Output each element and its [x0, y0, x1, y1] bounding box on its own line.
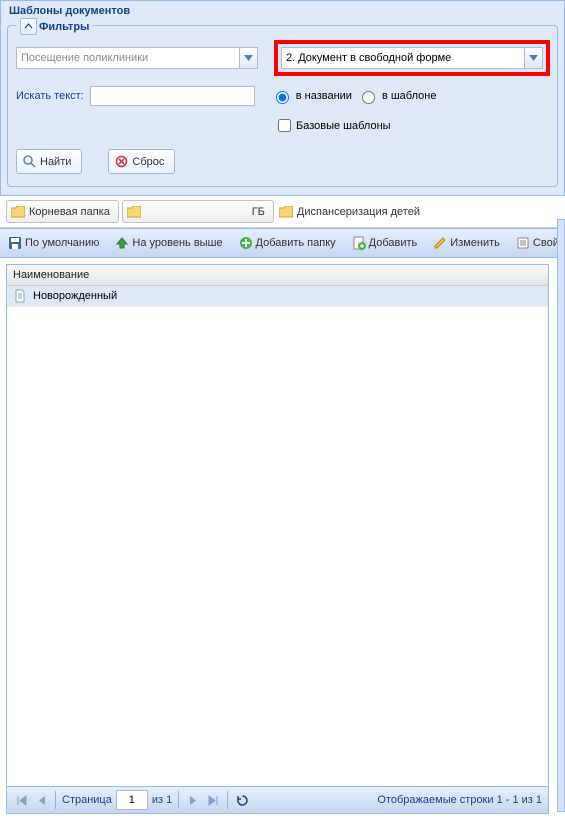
side-panel-collapsed[interactable]	[557, 219, 565, 812]
find-button-label: Найти	[40, 156, 71, 168]
folder-icon	[127, 206, 141, 218]
collapse-button[interactable]	[20, 18, 37, 35]
visit-combo-input[interactable]	[17, 49, 239, 67]
doc-combo-trigger[interactable]	[524, 48, 542, 68]
up-icon	[115, 236, 129, 250]
grid-cell-name: Новорожденный	[33, 290, 117, 302]
grid-body: Новорожденный	[7, 286, 548, 786]
add-label: Добавить	[369, 237, 418, 249]
search-icon	[23, 155, 36, 168]
next-page-button[interactable]	[185, 792, 201, 808]
doc-combo-input[interactable]	[282, 49, 524, 67]
radio-in-name-label: в названии	[296, 90, 352, 102]
highlight-box	[274, 40, 550, 76]
up-button[interactable]: На уровень выше	[111, 233, 226, 253]
radio-in-name[interactable]	[276, 91, 289, 104]
paging-toolbar: Страница из 1 Отображаемые строки 1 - 1 …	[7, 786, 548, 813]
crumb-gb[interactable]: ГБ	[122, 200, 274, 223]
folder-icon	[279, 206, 293, 218]
base-templates-label: Базовые шаблоны	[296, 120, 391, 132]
default-label: По умолчанию	[25, 237, 99, 249]
search-input[interactable]	[90, 86, 255, 106]
first-page-button[interactable]	[13, 792, 29, 808]
crumb-root[interactable]: Корневая папка	[6, 200, 119, 223]
radio-in-template-label: в шаблоне	[382, 90, 437, 102]
pencil-icon	[433, 236, 447, 250]
visit-combo-trigger[interactable]	[239, 48, 257, 68]
prev-page-button[interactable]	[33, 792, 49, 808]
add-folder-label: Добавить папку	[256, 237, 336, 249]
grid: Наименование Новорожденный Страница из 1…	[6, 264, 549, 814]
separator	[227, 791, 228, 809]
reset-button[interactable]: Сброс	[108, 149, 175, 174]
up-label: На уровень выше	[132, 237, 222, 249]
display-info: Отображаемые строки 1 - 1 из 1	[377, 794, 542, 806]
filters-fieldset: Фильтры Искать текст:	[7, 25, 558, 187]
crumb-disp[interactable]: Диспансеризация детей	[277, 201, 428, 222]
separator	[178, 791, 179, 809]
visit-combo[interactable]	[16, 47, 258, 69]
last-page-button[interactable]	[205, 792, 221, 808]
base-templates-checkbox[interactable]	[278, 119, 291, 132]
toolbar: По умолчанию На уровень выше Добавить па…	[0, 228, 565, 258]
plus-icon	[239, 236, 253, 250]
page-input[interactable]	[116, 790, 148, 810]
reset-icon	[115, 155, 128, 168]
main-panel: Шаблоны документов Фильтры	[0, 0, 565, 196]
search-label: Искать текст:	[16, 90, 84, 102]
breadcrumb: Корневая папка ГБ Диспансеризация детей	[0, 196, 565, 228]
filters-legend-label: Фильтры	[39, 21, 89, 33]
document-icon	[13, 289, 27, 303]
edit-label: Изменить	[450, 237, 500, 249]
refresh-button[interactable]	[234, 792, 250, 808]
add-icon	[352, 236, 366, 250]
filters-legend: Фильтры	[16, 18, 93, 35]
reset-button-label: Сброс	[132, 156, 164, 168]
crumb-root-label: Корневая папка	[29, 206, 110, 218]
grid-header-name[interactable]: Наименование	[7, 265, 548, 286]
find-button[interactable]: Найти	[16, 149, 82, 174]
grid-row[interactable]: Новорожденный	[7, 286, 548, 307]
save-icon	[8, 236, 22, 250]
add-folder-button[interactable]: Добавить папку	[235, 233, 340, 253]
crumb-disp-label: Диспансеризация детей	[297, 206, 420, 218]
crumb-gb-label: ГБ	[252, 206, 265, 218]
list-icon	[516, 236, 530, 250]
radio-in-template[interactable]	[362, 91, 375, 104]
folder-icon	[11, 206, 25, 218]
edit-button[interactable]: Изменить	[429, 233, 504, 253]
page-label: Страница	[62, 794, 112, 806]
doc-combo[interactable]	[281, 47, 543, 69]
default-button[interactable]: По умолчанию	[4, 233, 103, 253]
separator	[55, 791, 56, 809]
add-button[interactable]: Добавить	[348, 233, 422, 253]
of-label: из 1	[152, 794, 172, 806]
